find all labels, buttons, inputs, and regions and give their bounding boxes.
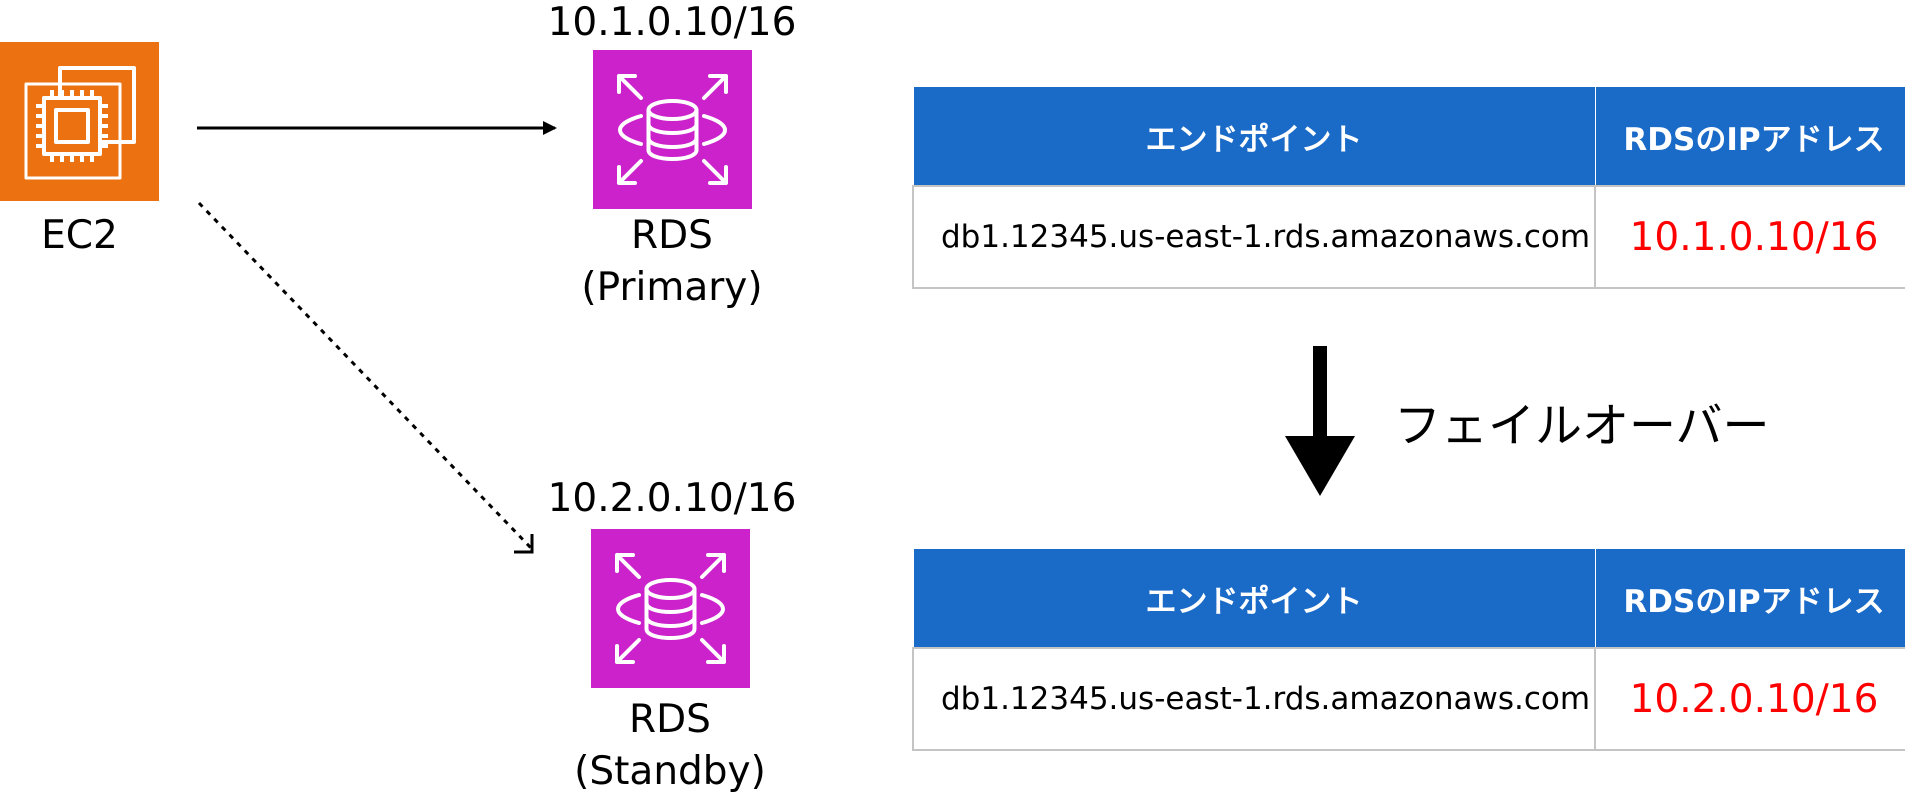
endpoint-table-after: エンドポイント RDSのIPアドレス db1.12345.us-east-1.r…	[912, 548, 1905, 751]
ec2-chip-icon	[0, 42, 159, 201]
rds-primary-label-line1: RDS	[631, 213, 713, 258]
rds-standby-ip: 10.2.0.10/16	[547, 476, 797, 521]
endpoint-table-before: エンドポイント RDSのIPアドレス db1.12345.us-east-1.r…	[912, 86, 1905, 289]
rds-database-icon	[593, 50, 752, 209]
endpoint-cell: db1.12345.us-east-1.rds.amazonaws.com	[912, 647, 1596, 751]
endpoint-header: エンドポイント	[912, 548, 1596, 649]
rds-ip-header: RDSのIPアドレス	[1594, 548, 1905, 649]
ip-cell: 10.2.0.10/16	[1594, 647, 1905, 751]
endpoint-header: エンドポイント	[912, 86, 1596, 187]
rds-primary-label-line2: (Primary)	[581, 265, 763, 310]
failover-label: フェイルオーバー	[1394, 399, 1770, 454]
rds-database-icon	[591, 529, 750, 688]
rds-primary-ip: 10.1.0.10/16	[547, 0, 797, 45]
table-row: db1.12345.us-east-1.rds.amazonaws.com 10…	[912, 647, 1905, 751]
down-arrow-icon	[1285, 346, 1355, 496]
ec2-label: EC2	[41, 213, 118, 258]
standby-arrowhead	[514, 534, 534, 554]
ec2-to-standby-dotted-arrow	[197, 201, 533, 550]
table-row: db1.12345.us-east-1.rds.amazonaws.com 10…	[912, 185, 1905, 289]
endpoint-cell: db1.12345.us-east-1.rds.amazonaws.com	[912, 185, 1596, 289]
rds-standby-label-line1: RDS	[629, 697, 711, 742]
rds-ip-header: RDSのIPアドレス	[1594, 86, 1905, 187]
rds-standby-label-line2: (Standby)	[574, 749, 766, 794]
ip-cell: 10.1.0.10/16	[1594, 185, 1905, 289]
